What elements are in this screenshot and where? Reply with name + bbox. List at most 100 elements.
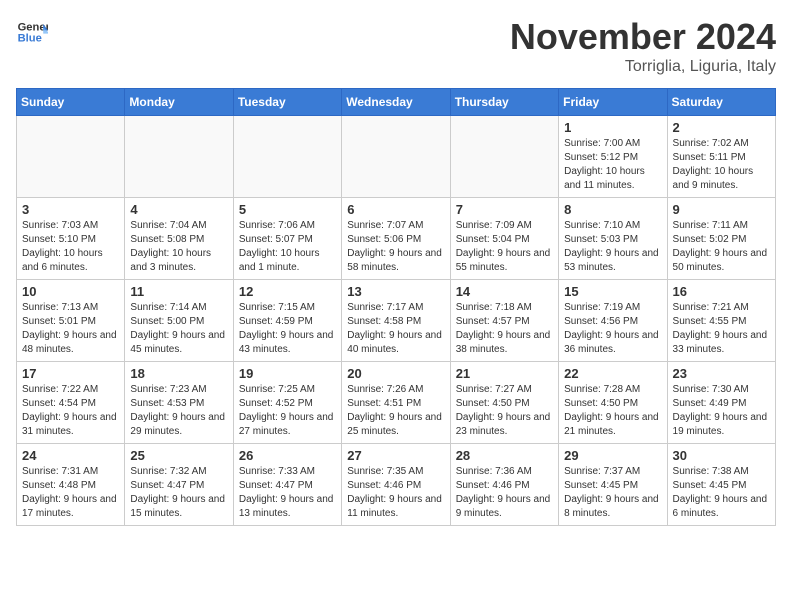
day-number: 26 [239, 448, 336, 463]
calendar-week-2: 3 Sunrise: 7:03 AM Sunset: 5:10 PM Daylig… [17, 198, 776, 280]
day-info: Sunrise: 7:02 AM Sunset: 5:11 PM Dayligh… [673, 137, 770, 193]
calendar-header-row: SundayMondayTuesdayWednesdayThursdayFrid… [17, 89, 776, 116]
calendar-table: SundayMondayTuesdayWednesdayThursdayFrid… [16, 88, 776, 526]
calendar-cell: 3 Sunrise: 7:03 AM Sunset: 5:10 PM Daylig… [17, 198, 125, 280]
day-number: 14 [456, 284, 553, 299]
calendar-cell: 20Sunrise: 7:26 AM Sunset: 4:51 PM Dayli… [342, 362, 450, 444]
day-info: Sunrise: 7:22 AM Sunset: 4:54 PM Dayligh… [22, 383, 119, 439]
day-info: Sunrise: 7:23 AM Sunset: 4:53 PM Dayligh… [130, 383, 227, 439]
calendar-cell: 18 Sunrise: 7:23 AM Sunset: 4:53 PM Dayli… [125, 362, 233, 444]
day-number: 15 [564, 284, 661, 299]
day-header-monday: Monday [125, 89, 233, 116]
day-info: Sunrise: 7:11 AM Sunset: 5:02 PM Dayligh… [673, 219, 770, 275]
day-number: 16 [673, 284, 770, 299]
calendar-cell: 26 Sunrise: 7:33 AM Sunset: 4:47 PM Dayli… [233, 444, 341, 526]
calendar-cell [450, 116, 558, 198]
day-number: 8 [564, 202, 661, 217]
day-number: 10 [22, 284, 119, 299]
day-info: Sunrise: 7:04 AM Sunset: 5:08 PM Dayligh… [130, 219, 227, 275]
day-info: Sunrise: 7:00 AM Sunset: 5:12 PM Dayligh… [564, 137, 661, 193]
day-number: 3 [22, 202, 119, 217]
day-header-tuesday: Tuesday [233, 89, 341, 116]
calendar-cell: 29 Sunrise: 7:37 AM Sunset: 4:45 PM Dayli… [559, 444, 667, 526]
page-header: General Blue November 2024 Torriglia, Li… [16, 16, 776, 76]
calendar-cell: 23Sunrise: 7:30 AM Sunset: 4:49 PM Dayli… [667, 362, 775, 444]
day-number: 7 [456, 202, 553, 217]
calendar-cell: 10Sunrise: 7:13 AM Sunset: 5:01 PM Dayli… [17, 280, 125, 362]
calendar-cell: 22 Sunrise: 7:28 AM Sunset: 4:50 PM Dayli… [559, 362, 667, 444]
day-info: Sunrise: 7:10 AM Sunset: 5:03 PM Dayligh… [564, 219, 661, 275]
day-info: Sunrise: 7:25 AM Sunset: 4:52 PM Dayligh… [239, 383, 336, 439]
day-info: Sunrise: 7:30 AM Sunset: 4:49 PM Dayligh… [673, 383, 770, 439]
location-title: Torriglia, Liguria, Italy [510, 58, 776, 76]
day-number: 18 [130, 366, 227, 381]
day-info: Sunrise: 7:32 AM Sunset: 4:47 PM Dayligh… [130, 465, 227, 521]
day-info: Sunrise: 7:38 AM Sunset: 4:45 PM Dayligh… [673, 465, 770, 521]
calendar-week-1: 1 Sunrise: 7:00 AM Sunset: 5:12 PM Daylig… [17, 116, 776, 198]
day-number: 13 [347, 284, 444, 299]
calendar-cell [342, 116, 450, 198]
day-number: 29 [564, 448, 661, 463]
day-info: Sunrise: 7:21 AM Sunset: 4:55 PM Dayligh… [673, 301, 770, 357]
day-info: Sunrise: 7:18 AM Sunset: 4:57 PM Dayligh… [456, 301, 553, 357]
day-number: 27 [347, 448, 444, 463]
logo: General Blue [16, 16, 48, 48]
day-info: Sunrise: 7:37 AM Sunset: 4:45 PM Dayligh… [564, 465, 661, 521]
day-number: 1 [564, 120, 661, 135]
day-info: Sunrise: 7:26 AM Sunset: 4:51 PM Dayligh… [347, 383, 444, 439]
day-number: 4 [130, 202, 227, 217]
calendar-cell: 19 Sunrise: 7:25 AM Sunset: 4:52 PM Dayli… [233, 362, 341, 444]
calendar-cell: 28 Sunrise: 7:36 AM Sunset: 4:46 PM Dayli… [450, 444, 558, 526]
calendar-cell: 9Sunrise: 7:11 AM Sunset: 5:02 PM Daylig… [667, 198, 775, 280]
day-info: Sunrise: 7:33 AM Sunset: 4:47 PM Dayligh… [239, 465, 336, 521]
day-number: 19 [239, 366, 336, 381]
month-title: November 2024 [510, 16, 776, 58]
day-header-saturday: Saturday [667, 89, 775, 116]
day-number: 12 [239, 284, 336, 299]
day-info: Sunrise: 7:19 AM Sunset: 4:56 PM Dayligh… [564, 301, 661, 357]
calendar-cell: 25 Sunrise: 7:32 AM Sunset: 4:47 PM Dayli… [125, 444, 233, 526]
calendar-cell [233, 116, 341, 198]
calendar-cell [17, 116, 125, 198]
day-number: 22 [564, 366, 661, 381]
calendar-cell: 21Sunrise: 7:27 AM Sunset: 4:50 PM Dayli… [450, 362, 558, 444]
svg-text:Blue: Blue [18, 33, 42, 45]
day-number: 17 [22, 366, 119, 381]
calendar-cell: 30 Sunrise: 7:38 AM Sunset: 4:45 PM Dayli… [667, 444, 775, 526]
calendar-cell: 1 Sunrise: 7:00 AM Sunset: 5:12 PM Daylig… [559, 116, 667, 198]
day-info: Sunrise: 7:31 AM Sunset: 4:48 PM Dayligh… [22, 465, 119, 521]
calendar-cell: 27 Sunrise: 7:35 AM Sunset: 4:46 PM Dayli… [342, 444, 450, 526]
day-info: Sunrise: 7:03 AM Sunset: 5:10 PM Dayligh… [22, 219, 119, 275]
day-header-wednesday: Wednesday [342, 89, 450, 116]
day-number: 2 [673, 120, 770, 135]
calendar-cell: 6Sunrise: 7:07 AM Sunset: 5:06 PM Daylig… [342, 198, 450, 280]
day-info: Sunrise: 7:06 AM Sunset: 5:07 PM Dayligh… [239, 219, 336, 275]
calendar-cell: 13 Sunrise: 7:17 AM Sunset: 4:58 PM Dayli… [342, 280, 450, 362]
day-number: 24 [22, 448, 119, 463]
day-info: Sunrise: 7:35 AM Sunset: 4:46 PM Dayligh… [347, 465, 444, 521]
calendar-cell: 4 Sunrise: 7:04 AM Sunset: 5:08 PM Daylig… [125, 198, 233, 280]
day-info: Sunrise: 7:07 AM Sunset: 5:06 PM Dayligh… [347, 219, 444, 275]
calendar-cell: 7 Sunrise: 7:09 AM Sunset: 5:04 PM Daylig… [450, 198, 558, 280]
day-header-friday: Friday [559, 89, 667, 116]
calendar-cell [125, 116, 233, 198]
calendar-cell: 14 Sunrise: 7:18 AM Sunset: 4:57 PM Dayli… [450, 280, 558, 362]
calendar-week-5: 24 Sunrise: 7:31 AM Sunset: 4:48 PM Dayli… [17, 444, 776, 526]
calendar-cell: 2 Sunrise: 7:02 AM Sunset: 5:11 PM Daylig… [667, 116, 775, 198]
day-info: Sunrise: 7:09 AM Sunset: 5:04 PM Dayligh… [456, 219, 553, 275]
day-number: 21 [456, 366, 553, 381]
title-block: November 2024 Torriglia, Liguria, Italy [510, 16, 776, 76]
calendar-cell: 17 Sunrise: 7:22 AM Sunset: 4:54 PM Dayli… [17, 362, 125, 444]
day-info: Sunrise: 7:17 AM Sunset: 4:58 PM Dayligh… [347, 301, 444, 357]
day-info: Sunrise: 7:36 AM Sunset: 4:46 PM Dayligh… [456, 465, 553, 521]
day-info: Sunrise: 7:14 AM Sunset: 5:00 PM Dayligh… [130, 301, 227, 357]
calendar-week-3: 10Sunrise: 7:13 AM Sunset: 5:01 PM Dayli… [17, 280, 776, 362]
day-info: Sunrise: 7:28 AM Sunset: 4:50 PM Dayligh… [564, 383, 661, 439]
day-number: 28 [456, 448, 553, 463]
day-number: 25 [130, 448, 227, 463]
day-header-thursday: Thursday [450, 89, 558, 116]
calendar-cell: 5Sunrise: 7:06 AM Sunset: 5:07 PM Daylig… [233, 198, 341, 280]
day-number: 30 [673, 448, 770, 463]
day-header-sunday: Sunday [17, 89, 125, 116]
calendar-week-4: 17 Sunrise: 7:22 AM Sunset: 4:54 PM Dayli… [17, 362, 776, 444]
